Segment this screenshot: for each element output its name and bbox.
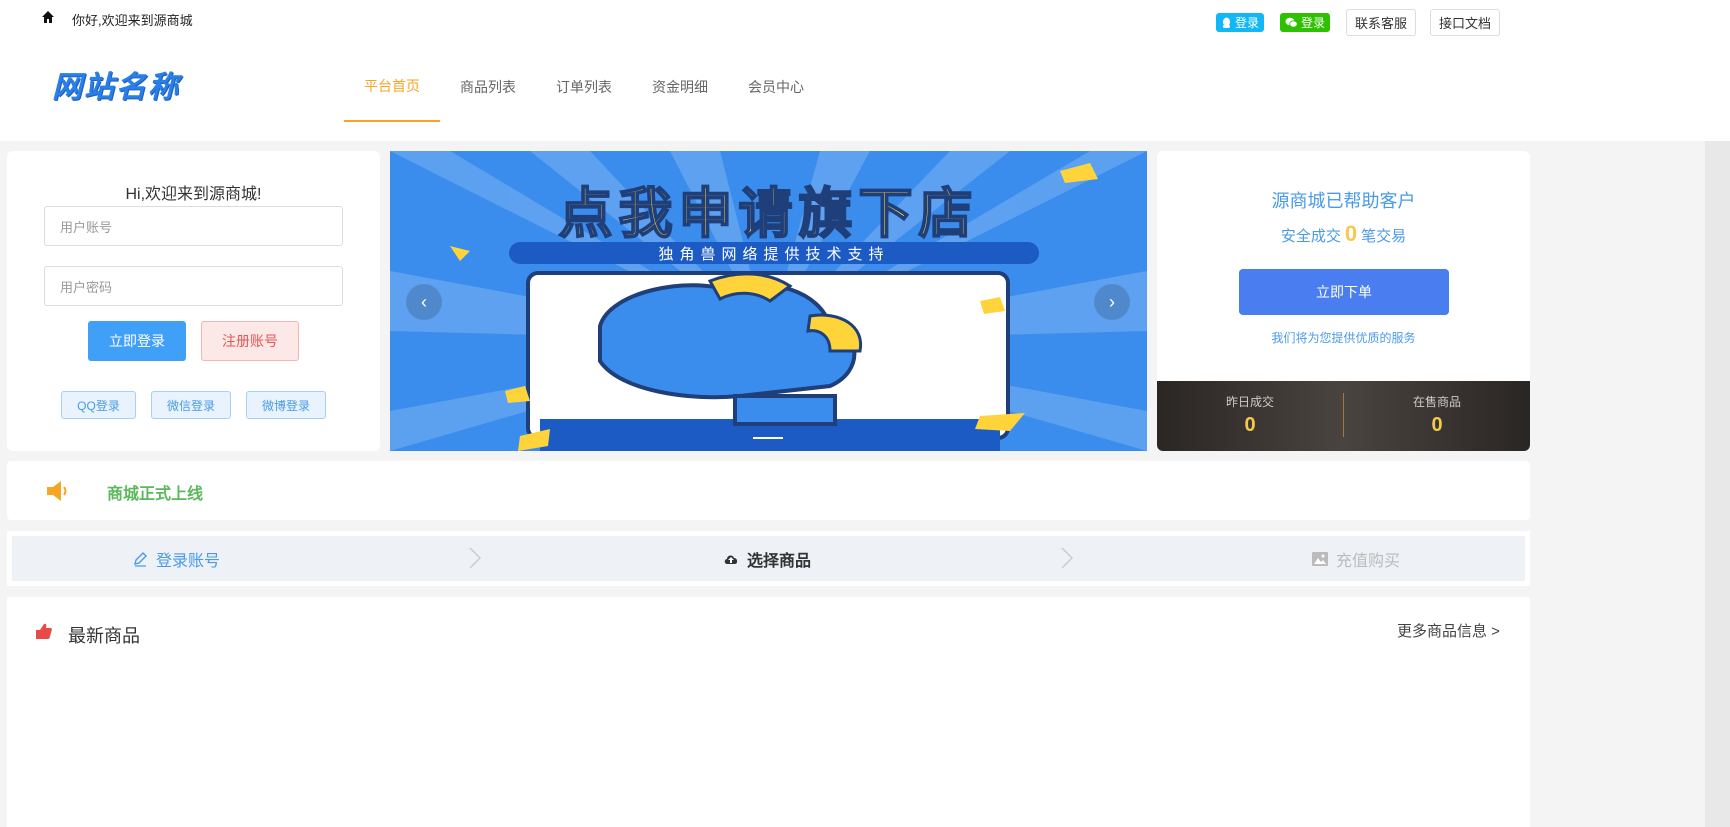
stats-summary-bar: 昨日成交 0 在售商品 0 — [1157, 381, 1530, 451]
step-login-label: 登录账号 — [156, 552, 221, 570]
pencil-icon — [134, 551, 147, 567]
welcome-text: 你好,欢迎来到源商城 — [72, 13, 193, 28]
stat-yesterday-label: 昨日成交 — [1225, 395, 1274, 409]
stats-headline: 源商城已帮助客户 — [1271, 191, 1416, 211]
login-panel: Hi,欢迎来到源商城! 用户账号 用户密码 立即登录 注册账号 QQ登录 微信登… — [7, 151, 380, 451]
nav-item-products[interactable]: 商品列表 — [440, 52, 536, 122]
stats-deals-prefix: 安全成交 — [1280, 228, 1341, 245]
weibo-login-button[interactable]: 微博登录 — [246, 391, 326, 419]
stats-deals-line: 安全成交 0 笔交易 — [1157, 221, 1530, 247]
qq-login-button[interactable]: QQ登录 — [61, 391, 136, 419]
stats-deals-suffix: 笔交易 — [1361, 228, 1407, 245]
site-logo[interactable]: 网站名称 — [52, 62, 180, 106]
announcement-text[interactable]: 商城正式上线 — [107, 480, 203, 504]
contact-service-button[interactable]: 联系客服 — [1346, 9, 1416, 36]
username-input[interactable]: 用户账号 — [44, 206, 343, 246]
wechat-login-label: 登录 — [1301, 16, 1326, 30]
stat-on-sale: 在售商品 0 — [1344, 381, 1530, 451]
speaker-icon — [47, 481, 67, 501]
page-scrollbar[interactable] — [1705, 141, 1730, 827]
latest-products-panel: 最新商品 更多商品信息 > — [12, 602, 1525, 827]
step-login: 登录账号 — [132, 536, 220, 581]
purchase-steps: 登录账号 选择商品 充值购买 — [7, 531, 1530, 586]
banner-carousel[interactable]: 点我申请旗下店 独角兽网络提供技术支持 ‹ › — [390, 151, 1147, 451]
home-icon[interactable] — [41, 10, 55, 24]
nav-item-orders[interactable]: 订单列表 — [536, 52, 632, 122]
banner-title: 点我申请旗下店 — [558, 183, 979, 245]
step-recharge-label: 充值购买 — [1336, 552, 1401, 570]
nav-item-member[interactable]: 会员中心 — [728, 52, 824, 122]
banner-prev-button[interactable]: ‹ — [406, 284, 442, 320]
cloud-upload-icon — [724, 554, 738, 564]
nav-item-home[interactable]: 平台首页 — [344, 52, 440, 122]
stat-yesterday-value: 0 — [1244, 414, 1256, 436]
qq-icon — [1223, 17, 1230, 28]
order-now-button[interactable]: 立即下单 — [1239, 269, 1449, 315]
login-title: Hi,欢迎来到源商城! — [125, 186, 262, 203]
nav-item-funds[interactable]: 资金明细 — [632, 52, 728, 122]
banner-subtitle: 独角兽网络提供技术支持 — [509, 242, 1039, 264]
main-nav: 平台首页 商品列表 订单列表 资金明细 会员中心 — [344, 40, 824, 141]
thumbs-up-icon — [36, 623, 52, 639]
wechat-icon — [1285, 17, 1298, 28]
stats-panel: 源商城已帮助客户 安全成交 0 笔交易 立即下单 我们将为您提供优质的服务 昨日成交… — [1157, 151, 1530, 451]
step-select-product: 选择商品 — [723, 536, 811, 581]
register-button[interactable]: 注册账号 — [201, 321, 299, 361]
wechat-login-badge[interactable]: 登录 — [1280, 13, 1331, 32]
stat-on-sale-label: 在售商品 — [1412, 395, 1461, 409]
latest-products-section: 最新商品 更多商品信息 > — [7, 597, 1530, 827]
wechat-login-button[interactable]: 微信登录 — [151, 391, 231, 419]
stats-deals-count: 0 — [1344, 221, 1358, 246]
qq-login-badge[interactable]: 登录 — [1216, 13, 1265, 32]
top-bar: 你好,欢迎来到源商城 登录 登录 联系客服 接口文档 — [0, 0, 1730, 40]
chevron-right-icon — [1061, 547, 1074, 569]
stat-on-sale-value: 0 — [1431, 414, 1443, 436]
banner-indicator[interactable] — [753, 437, 783, 439]
password-input[interactable]: 用户密码 — [44, 266, 343, 306]
header: 网站名称 平台首页 商品列表 订单列表 资金明细 会员中心 — [0, 40, 1730, 141]
step-select-product-label: 选择商品 — [747, 552, 812, 570]
image-icon — [1312, 551, 1328, 566]
announcement-bar: 商城正式上线 — [7, 461, 1530, 520]
login-button[interactable]: 立即登录 — [88, 321, 186, 361]
step-recharge: 充值购买 — [1312, 536, 1400, 581]
stat-yesterday: 昨日成交 0 — [1157, 381, 1343, 451]
chevron-right-icon — [469, 547, 482, 569]
service-note: 我们将为您提供优质的服务 — [1271, 331, 1416, 345]
section-title: 最新商品 — [68, 626, 140, 646]
banner-next-button[interactable]: › — [1094, 284, 1130, 320]
steps-track: 登录账号 选择商品 充值购买 — [12, 536, 1525, 581]
api-docs-button[interactable]: 接口文档 — [1430, 9, 1500, 36]
qq-login-label: 登录 — [1235, 16, 1260, 30]
more-products-link[interactable]: 更多商品信息 > — [1397, 620, 1500, 641]
